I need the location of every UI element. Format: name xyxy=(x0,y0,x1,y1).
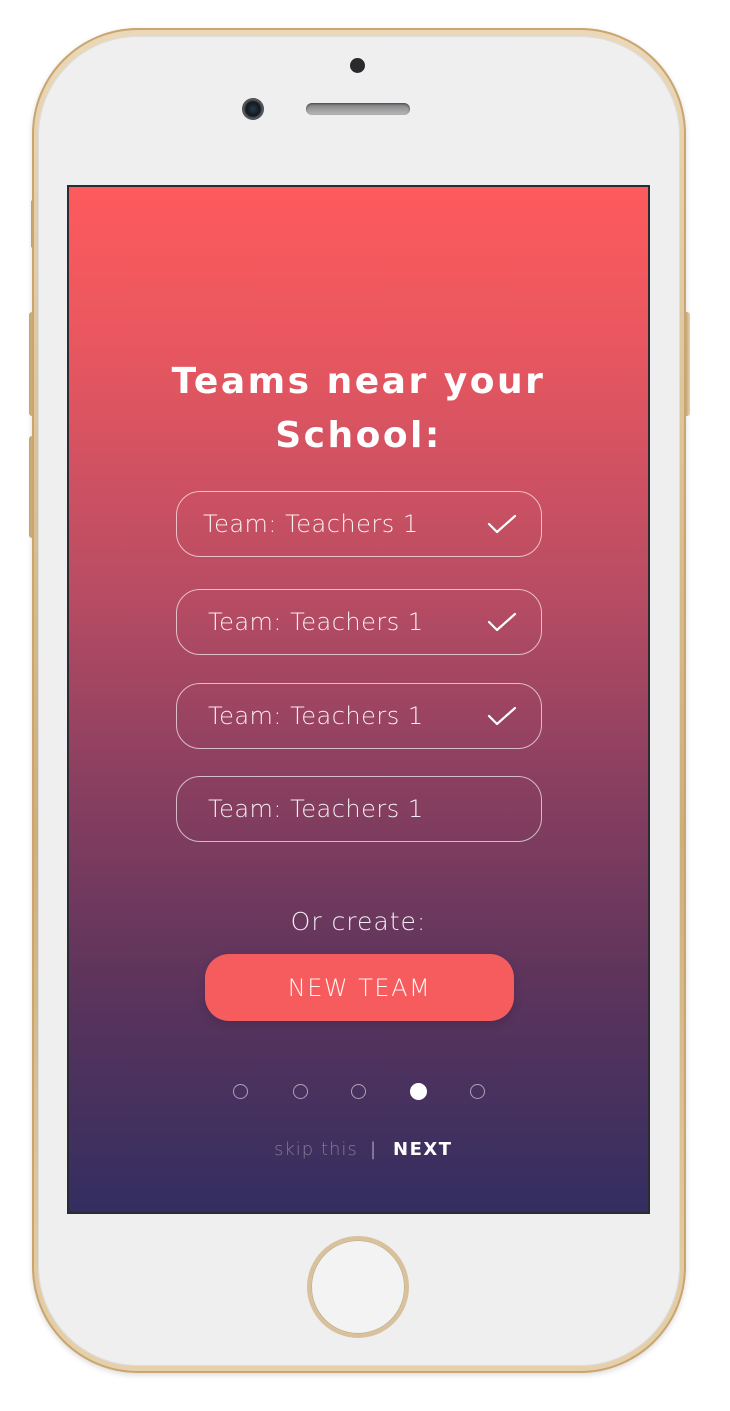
or-create-label: Or create: xyxy=(290,907,427,936)
page-indicator xyxy=(69,1083,648,1104)
team-option-label: Team: Teachers 1 xyxy=(208,608,424,636)
next-link[interactable]: NEXT xyxy=(393,1139,453,1160)
team-option-label: Team: Teachers 1 xyxy=(208,795,424,823)
skip-link[interactable]: skip this xyxy=(274,1139,358,1160)
check-icon xyxy=(487,612,517,632)
check-icon xyxy=(487,706,517,726)
page-dot-4-active[interactable] xyxy=(410,1083,427,1100)
team-option-4[interactable]: Team: Teachers 1 xyxy=(176,776,542,842)
page-dot-2[interactable] xyxy=(293,1084,308,1099)
front-camera-icon xyxy=(242,98,264,120)
earpiece-speaker xyxy=(306,103,410,115)
page-title: Teams near your School: xyxy=(69,355,648,463)
team-option-label: Team: Teachers 1 xyxy=(208,702,424,730)
team-option-2[interactable]: Team: Teachers 1 xyxy=(176,589,542,655)
team-option-1[interactable]: Team: Teachers 1 xyxy=(176,491,542,557)
footer-divider: | xyxy=(370,1139,378,1160)
home-button[interactable] xyxy=(307,1236,409,1338)
team-option-3[interactable]: Team: Teachers 1 xyxy=(176,683,542,749)
footer-nav: skip this | NEXT xyxy=(69,1139,648,1165)
page-dot-1[interactable] xyxy=(233,1084,248,1099)
team-option-label: Team: Teachers 1 xyxy=(203,510,419,538)
proximity-sensor xyxy=(350,58,365,73)
title-line-2: School: xyxy=(275,415,442,456)
title-line-1: Teams near your xyxy=(171,361,546,402)
check-icon xyxy=(487,514,517,534)
new-team-button[interactable]: NEW TEAM xyxy=(205,954,514,1021)
app-screen: Teams near your School: Team: Teachers 1… xyxy=(67,185,650,1214)
page-dot-3[interactable] xyxy=(351,1084,366,1099)
device-mockup: Teams near your School: Team: Teachers 1… xyxy=(0,0,730,1411)
page-dot-5[interactable] xyxy=(470,1084,485,1099)
